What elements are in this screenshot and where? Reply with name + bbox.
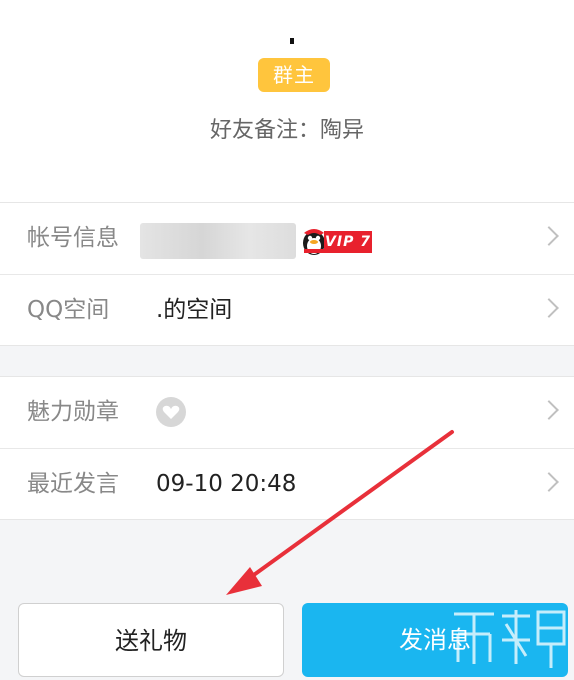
nickname: [290, 38, 294, 44]
row-label: 帐号信息: [27, 225, 119, 251]
role-badge: 群主: [258, 58, 330, 92]
row-recent-post[interactable]: 最近发言 09-10 20:48: [0, 448, 574, 520]
qzone-name: .的空间: [156, 297, 233, 323]
row-label: 魅力勋章: [27, 399, 119, 425]
row-label: 最近发言: [27, 471, 119, 497]
profile-header: 群主 好友备注：陶异: [0, 0, 574, 202]
chevron-right-icon: [539, 226, 559, 246]
friend-remark: 好友备注：陶异: [209, 118, 364, 143]
recent-post-time: 09-10 20:48: [156, 471, 297, 497]
chevron-right-icon: [539, 400, 559, 420]
heart-medal-icon: [156, 397, 186, 427]
send-message-button[interactable]: 发消息: [302, 603, 568, 677]
account-number-blurred: [140, 223, 296, 259]
vip-badge: VIP 7: [324, 231, 372, 253]
row-label: QQ空间: [27, 297, 110, 323]
row-account-info[interactable]: 帐号信息 VIP 7: [0, 203, 574, 274]
chevron-right-icon: [539, 298, 559, 318]
chevron-right-icon: [539, 472, 559, 492]
row-charm-medal[interactable]: 魅力勋章: [0, 377, 574, 448]
info-group: 帐号信息 VIP 7 QQ空间 .的空间: [0, 202, 574, 346]
row-qzone[interactable]: QQ空间 .的空间: [0, 274, 574, 346]
activity-group: 魅力勋章 最近发言 09-10 20:48: [0, 376, 574, 520]
send-gift-button[interactable]: 送礼物: [18, 603, 284, 677]
